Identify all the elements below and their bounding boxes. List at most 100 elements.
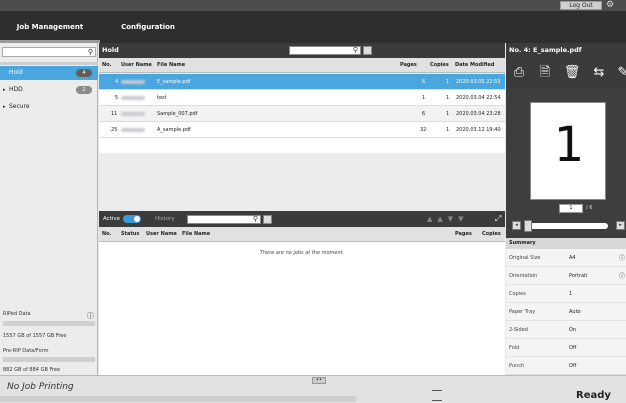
move-job-icon[interactable]: ⇆ (590, 64, 608, 82)
preview-toolbar: ⎙ 🗎 🗑 ⇆ ✎ (506, 58, 626, 88)
active-search-input[interactable]: ⚲ (187, 215, 261, 224)
summary-key: Fold (509, 345, 520, 351)
page-number-input[interactable]: 1 (559, 204, 583, 213)
prerip-data-usage-bar (3, 357, 95, 362)
slider-handle[interactable] (524, 220, 532, 232)
prerip-data-free: 882 GB of 884 GB Free (3, 367, 61, 373)
ripped-data-free: 1557 GB of 1557 GB Free (3, 333, 67, 339)
delete-icon[interactable]: 🗑 (563, 64, 581, 82)
user-settings-icon[interactable]: ⚙ (606, 0, 626, 11)
row-no: 5 (115, 95, 119, 101)
table-row[interactable]: 11 Sample_007.pdf 6 1 2020.03.04 23:28 (99, 106, 505, 122)
ripped-data-usage-bar (3, 321, 95, 326)
history-toggle-label: History (155, 216, 175, 222)
tab-configuration[interactable]: Configuration (98, 11, 198, 43)
active-history-toggle[interactable] (123, 215, 141, 223)
search-icon[interactable]: ⚲ (253, 215, 258, 223)
resize-handle[interactable]: •• (312, 377, 326, 384)
summary-value: 1 (569, 291, 573, 297)
summary-row-paper-tray: Paper Tray Auto (506, 304, 626, 321)
divider (432, 390, 442, 391)
summary-row-2-sided: 2-Sided On (506, 322, 626, 339)
next-page-button[interactable]: ▸ (616, 221, 625, 230)
sidebar-item-secure[interactable]: ▸ Secure (0, 100, 98, 114)
row-date: 2020.03.05 22:55 (456, 79, 501, 85)
hold-table-body: 4 E_sample.pdf 6 1 2020.03.05 22:55 5 te… (99, 74, 505, 153)
sidebar-item-hdd[interactable]: ▸ HDD 2 (0, 83, 98, 97)
table-row[interactable]: 4 E_sample.pdf 6 1 2020.03.05 22:55 (99, 74, 505, 90)
summary-key: Paper Tray (509, 309, 536, 315)
hold-list-empty-area (99, 153, 505, 211)
table-row[interactable]: 25 A_sample.pdf 32 1 2020.03.12 19:40 (99, 122, 505, 138)
summary-value: Auto (569, 309, 581, 315)
edit-icon[interactable]: ✎ (614, 64, 626, 82)
hold-search-input[interactable]: ⚲ (289, 46, 361, 55)
logout-button[interactable]: Log Out (560, 1, 602, 10)
col-no[interactable]: No. (102, 58, 112, 73)
info-icon[interactable]: ⓘ (619, 268, 625, 285)
reorder-arrows-icon[interactable]: ▲▲▼▼ (427, 211, 469, 227)
search-icon[interactable]: ⚲ (88, 48, 93, 57)
search-icon[interactable]: ⚲ (353, 46, 358, 54)
row-no: 25 (111, 127, 118, 133)
expand-icon[interactable]: ⤢ (495, 214, 501, 224)
col-copies[interactable]: Copies (482, 227, 501, 242)
summary-value: Off (569, 363, 577, 369)
row-copies: 1 (446, 79, 450, 85)
print-icon[interactable]: ⎙ (510, 64, 528, 82)
row-no: 11 (111, 111, 118, 117)
row-no: 4 (115, 79, 119, 85)
summary-key: Orientation (509, 273, 538, 279)
col-copies[interactable]: Copies (430, 58, 449, 73)
filter-button[interactable] (263, 215, 272, 224)
row-date: 2020.03.04 22:54 (456, 95, 501, 101)
col-user-name[interactable]: User Name (121, 58, 152, 73)
row-pages: 32 (420, 127, 427, 133)
table-row[interactable]: 5 test 1 1 2020.03.04 22:54 (99, 90, 505, 106)
col-pages[interactable]: Pages (455, 227, 472, 242)
col-file-name[interactable]: File Name (157, 58, 185, 73)
col-file-name[interactable]: File Name (182, 227, 210, 242)
page-slider[interactable] (524, 220, 608, 232)
summary-row-punch: Punch Off (506, 358, 626, 375)
col-date-modified[interactable]: Date Modified (455, 58, 494, 73)
summary-row-original-size: Original Size A4 ⓘ (506, 250, 626, 267)
summary-row-copies: Copies 1 (506, 286, 626, 303)
summary-key: Punch (509, 363, 525, 369)
page-preview-area: 1 1 / 6 ◂ ▸ (506, 88, 626, 238)
sidebar-item-label: Hold (9, 69, 23, 76)
previous-page-button[interactable]: ◂ (512, 221, 521, 230)
row-date: 2020.03.12 19:40 (456, 127, 501, 133)
sidebar-item-hold[interactable]: Hold 4 (0, 66, 98, 80)
sidebar-divider (0, 62, 98, 65)
summary-title: Summary (506, 238, 626, 249)
user-name-redacted (121, 90, 145, 106)
info-icon[interactable]: ⓘ (87, 311, 94, 321)
col-status[interactable]: Status (121, 227, 139, 242)
printing-status: No Job Printing (7, 382, 74, 392)
expand-arrow-icon[interactable]: ▸ (3, 83, 6, 97)
row-copies: 1 (446, 111, 450, 117)
user-name-redacted (121, 106, 145, 122)
preview-title: No. 4: E_sample.pdf (506, 43, 626, 58)
col-no[interactable]: No. (102, 227, 112, 242)
expand-arrow-icon[interactable]: ▸ (3, 100, 6, 114)
top-bar: Log Out ⚙ (0, 0, 626, 11)
row-file-name: A_sample.pdf (157, 127, 191, 133)
row-file-name: E_sample.pdf (157, 79, 191, 85)
sidebar-item-label: HDD (9, 86, 23, 93)
info-icon[interactable]: ⓘ (619, 250, 625, 267)
summary-value: Off (569, 345, 577, 351)
page-total: / 6 (586, 205, 593, 211)
col-user-name[interactable]: User Name (146, 227, 177, 242)
job-properties-icon[interactable]: 🗎 (536, 64, 554, 82)
sidebar-search-input[interactable]: ⚲ (2, 47, 96, 57)
active-table-header: No. Status User Name File Name Pages Cop… (99, 227, 505, 242)
page-thumbnail: 1 (530, 102, 606, 200)
tab-job-management[interactable]: Job Management (0, 11, 100, 43)
summary-row-fold: Fold Off (506, 340, 626, 357)
col-pages[interactable]: Pages (400, 58, 417, 73)
count-badge: 2 (76, 86, 92, 94)
row-copies: 1 (446, 127, 450, 133)
filter-button[interactable] (363, 46, 372, 55)
